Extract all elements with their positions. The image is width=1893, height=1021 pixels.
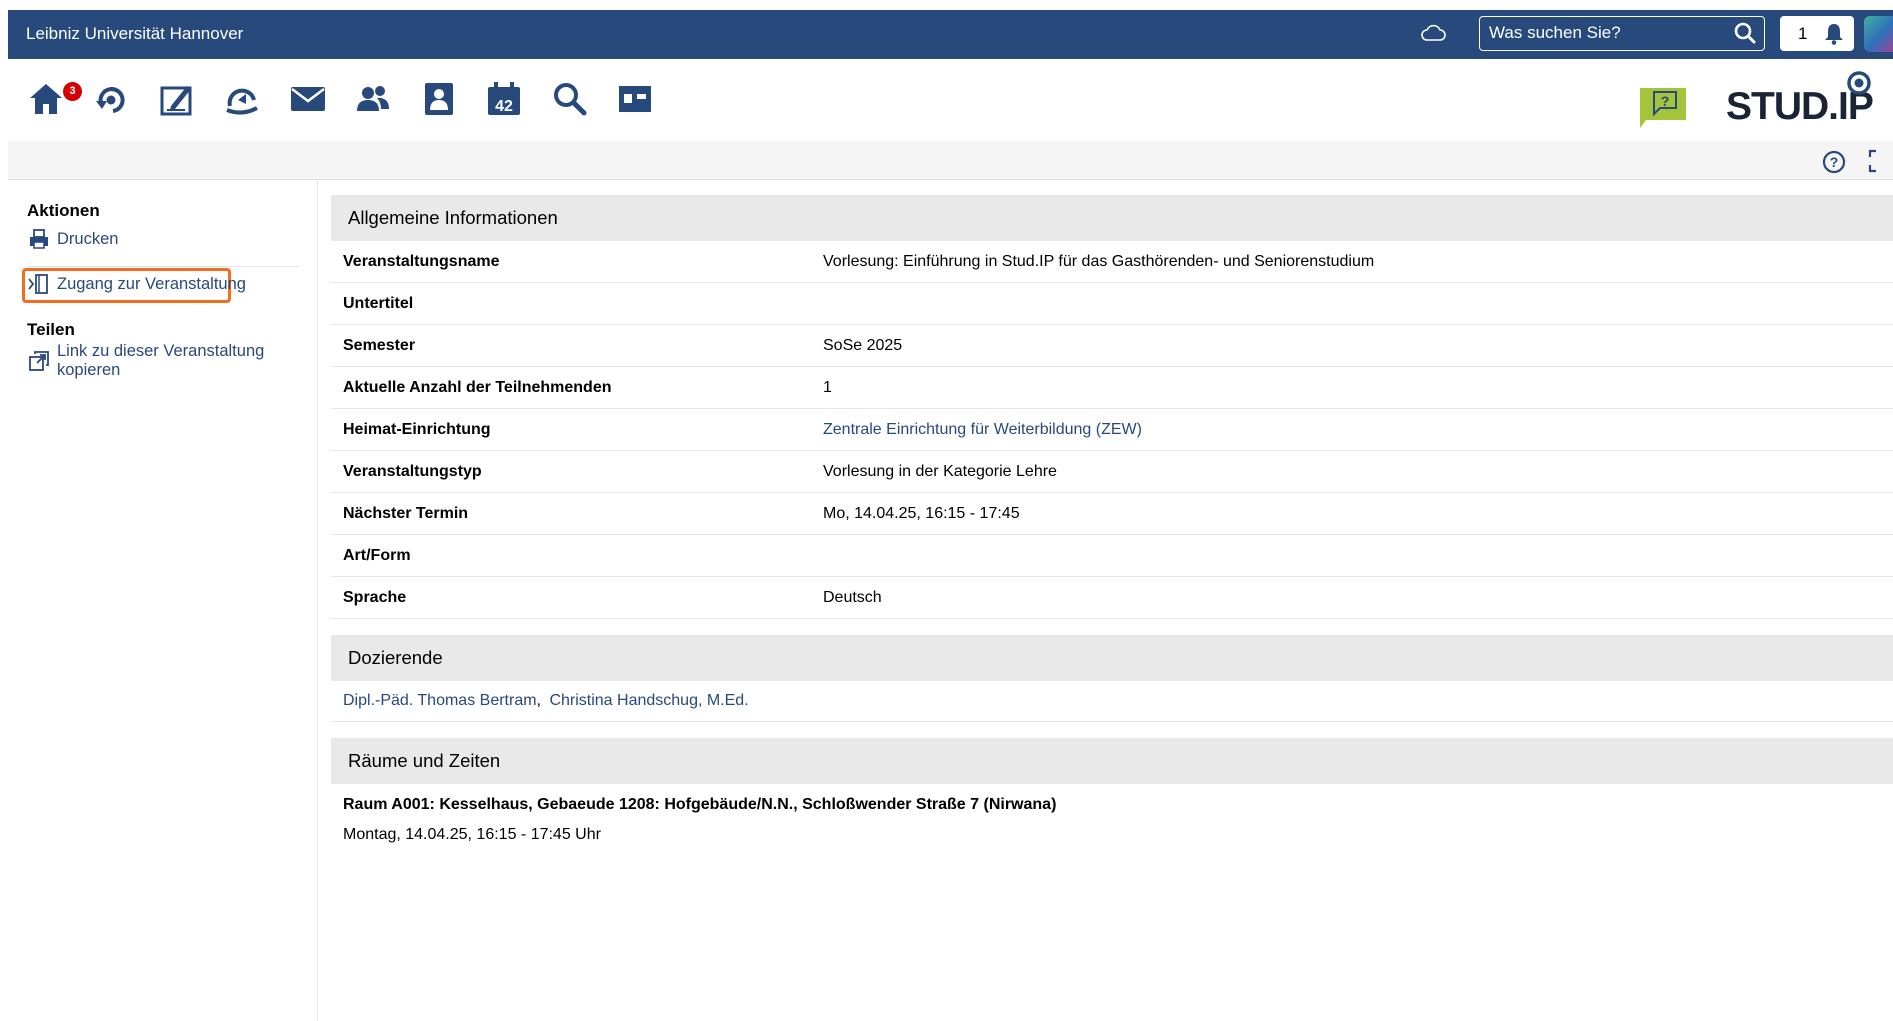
info-value: SoSe 2025 bbox=[823, 324, 1893, 367]
rooms-header: Räume und Zeiten bbox=[331, 738, 1893, 784]
info-key: Aktuelle Anzahl der Teilnehmenden bbox=[331, 366, 823, 409]
help-icon[interactable]: ? bbox=[1822, 150, 1846, 179]
info-value-link[interactable]: Zentrale Einrichtung für Weiterbildung (… bbox=[823, 408, 1893, 451]
info-row: Art/Form bbox=[331, 534, 1893, 577]
general-info-header: Allgemeine Informationen bbox=[331, 195, 1893, 241]
info-value bbox=[823, 282, 1893, 325]
sidebar: Aktionen Drucken Zugang zur Veranstaltun… bbox=[8, 180, 318, 1021]
info-value: 1 bbox=[823, 366, 1893, 409]
search-icon[interactable] bbox=[1734, 22, 1756, 49]
calendar-icon[interactable]: 42 bbox=[482, 77, 526, 121]
community-icon[interactable] bbox=[220, 77, 264, 121]
copy-link[interactable]: Link zu dieser Veranstaltung kopieren bbox=[28, 342, 317, 379]
notifications-button[interactable]: 1 bbox=[1780, 16, 1854, 51]
mail-icon[interactable] bbox=[286, 77, 330, 121]
info-key: Veranstaltungsname bbox=[331, 241, 823, 283]
profile-icon[interactable] bbox=[417, 77, 461, 121]
edit-icon[interactable] bbox=[155, 77, 199, 121]
room-info: Raum A001: Kesselhaus, Gebaeude 1208: Ho… bbox=[343, 796, 1057, 813]
studip-logo-ring bbox=[1845, 69, 1873, 102]
info-key: Semester bbox=[331, 324, 823, 367]
print-link[interactable]: Drucken bbox=[28, 224, 118, 254]
notification-count: 1 bbox=[1798, 24, 1808, 43]
top-bar: Leibniz Universität Hannover 1 bbox=[8, 10, 1893, 59]
page: Leibniz Universität Hannover 1 3 bbox=[8, 10, 1893, 1021]
info-value: Mo, 14.04.25, 16:15 - 17:45 bbox=[823, 492, 1893, 535]
sidebar-divider bbox=[27, 266, 299, 267]
lecturers-header: Dozierende bbox=[331, 635, 1893, 681]
info-key: Sprache bbox=[331, 576, 823, 619]
svg-text:?: ? bbox=[1661, 93, 1670, 109]
home-icon[interactable] bbox=[24, 77, 68, 121]
info-key: Heimat-Einrichtung bbox=[331, 408, 823, 451]
lecturer-separator: , bbox=[536, 692, 546, 709]
info-row: Untertitel bbox=[331, 282, 1893, 325]
info-key: Untertitel bbox=[331, 282, 823, 325]
search-nav-icon[interactable] bbox=[548, 77, 592, 121]
general-info-table: Veranstaltungsname Vorlesung: Einführung … bbox=[331, 241, 1893, 619]
calendar-day: 42 bbox=[495, 98, 513, 115]
printer-icon bbox=[28, 229, 50, 249]
lecturers-list: Dipl.-Päd. Thomas Bertram, Christina Han… bbox=[331, 681, 1893, 722]
copy-link-icon bbox=[28, 350, 50, 372]
lecturer-link[interactable]: Christina Handschug, M.Ed. bbox=[549, 692, 748, 709]
info-row: Aktuelle Anzahl der Teilnehmenden 1 bbox=[331, 366, 1893, 409]
print-label: Drucken bbox=[57, 229, 119, 248]
bell-icon bbox=[1824, 23, 1844, 50]
help-center-icon[interactable]: ? bbox=[1636, 86, 1688, 135]
contacts-icon[interactable] bbox=[351, 77, 395, 121]
info-row: Veranstaltungstyp Vorlesung in der Katego… bbox=[331, 450, 1893, 493]
info-row: Nächster Termin Mo, 14.04.25, 16:15 - 17:… bbox=[331, 492, 1893, 535]
info-row: Veranstaltungsname Vorlesung: Einführung … bbox=[331, 241, 1893, 283]
main-navigation: 3 42 ? STUD.IP bbox=[8, 59, 1893, 142]
files-icon[interactable] bbox=[613, 77, 657, 121]
svg-text:?: ? bbox=[1830, 154, 1839, 170]
fullscreen-icon[interactable] bbox=[1868, 149, 1892, 178]
course-access-label: Zugang zur Veranstaltung bbox=[57, 274, 246, 293]
search-box[interactable] bbox=[1479, 16, 1765, 51]
avatar[interactable] bbox=[1864, 16, 1893, 52]
info-row: Heimat-Einrichtung Zentrale Einrichtung f… bbox=[331, 408, 1893, 451]
sidebar-actions-title: Aktionen bbox=[27, 201, 100, 220]
door-enter-icon bbox=[28, 273, 50, 295]
sidebar-share-title: Teilen bbox=[27, 320, 75, 339]
info-row: Semester SoSe 2025 bbox=[331, 324, 1893, 367]
info-key: Veranstaltungstyp bbox=[331, 450, 823, 493]
search-input[interactable] bbox=[1489, 23, 1719, 43]
info-key: Art/Form bbox=[331, 534, 823, 577]
copy-link-label: Link zu dieser Veranstaltung kopieren bbox=[57, 342, 265, 379]
info-value: Deutsch bbox=[823, 576, 1893, 619]
course-access-link[interactable]: Zugang zur Veranstaltung bbox=[28, 269, 246, 299]
info-key: Nächster Termin bbox=[331, 492, 823, 535]
page-toolbar: ? bbox=[8, 141, 1893, 180]
university-name[interactable]: Leibniz Universität Hannover bbox=[26, 24, 243, 44]
room-time: Montag, 14.04.25, 16:15 - 17:45 Uhr bbox=[343, 826, 601, 843]
home-badge: 3 bbox=[63, 82, 82, 101]
info-value bbox=[823, 534, 1893, 577]
lecturer-link[interactable]: Dipl.-Päd. Thomas Bertram bbox=[343, 692, 537, 709]
cloud-icon[interactable] bbox=[1420, 24, 1446, 47]
info-value: Vorlesung: Einführung in Stud.IP für das… bbox=[823, 241, 1893, 283]
main-content: Allgemeine Informationen Veranstaltungsn… bbox=[331, 195, 1893, 844]
info-value: Vorlesung in der Kategorie Lehre bbox=[823, 450, 1893, 493]
courses-icon[interactable] bbox=[89, 77, 133, 121]
info-row: Sprache Deutsch bbox=[331, 576, 1893, 619]
